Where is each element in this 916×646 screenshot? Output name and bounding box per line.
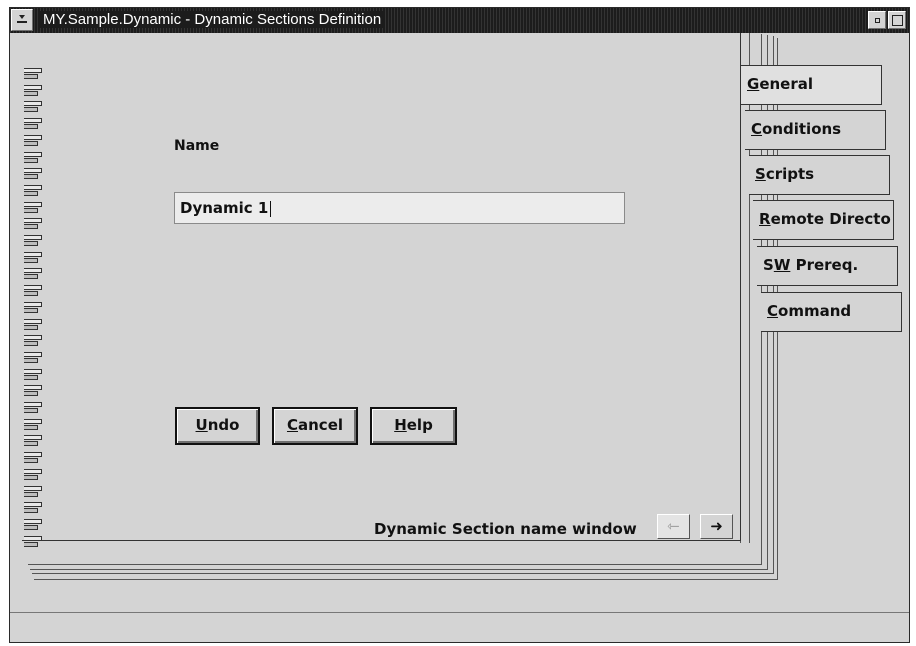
- binding-ring: [24, 535, 44, 548]
- text-caret: [270, 200, 272, 217]
- cancel-mnemonic: C: [286, 416, 298, 434]
- tab-general[interactable]: General: [741, 65, 882, 105]
- name-input-value: Dynamic 1: [180, 199, 269, 217]
- undo-label: ndo: [207, 416, 240, 434]
- dynamic-sections-window: MY.Sample.Dynamic - Dynamic Sections Def…: [9, 7, 910, 643]
- tab-label: eneral: [759, 75, 813, 93]
- binding-ring: [24, 368, 44, 381]
- help-label: elp: [406, 416, 433, 434]
- binding-ring: [24, 285, 44, 297]
- next-page-button[interactable]: ➜: [700, 514, 733, 539]
- maximize-icon: [892, 15, 903, 26]
- binding-ring: [24, 118, 44, 130]
- notebook-binding: [22, 68, 48, 558]
- tab-mnemonic: S: [755, 165, 766, 183]
- binding-ring: [24, 385, 44, 397]
- binding-ring: [24, 251, 44, 264]
- tab-remote-directory[interactable]: Remote Directo: [753, 200, 894, 240]
- binding-ring: [24, 301, 44, 314]
- tab-label: Prereq.: [790, 256, 859, 274]
- binding-ring: [24, 518, 44, 531]
- tab-label: ommand: [778, 302, 852, 320]
- binding-ring: [24, 268, 44, 280]
- tab-label: emote Directo: [770, 210, 891, 228]
- help-mnemonic: H: [394, 416, 407, 434]
- tab-conditions[interactable]: Conditions: [745, 110, 886, 150]
- tab-label: onditions: [762, 120, 842, 138]
- tab-mnemonic: C: [751, 120, 763, 138]
- minimize-button[interactable]: [868, 11, 886, 29]
- tab-mnemonic: C: [767, 302, 779, 320]
- tab-scripts[interactable]: Scripts: [749, 155, 890, 195]
- notebook-page: Name Dynamic 1 Undo Cancel Help: [22, 33, 741, 547]
- tab-mnemonic: W: [773, 256, 791, 274]
- binding-ring: [24, 318, 44, 331]
- binding-ring: [24, 201, 44, 214]
- undo-mnemonic: U: [195, 416, 208, 434]
- binding-ring: [24, 402, 44, 414]
- left-arrow-icon: ⇽: [667, 517, 680, 535]
- tab-command[interactable]: Command: [761, 292, 902, 332]
- tab-label-prefix: S: [763, 256, 774, 274]
- window-title: MY.Sample.Dynamic - Dynamic Sections Def…: [40, 11, 385, 28]
- binding-ring: [24, 235, 44, 247]
- binding-ring: [24, 134, 44, 147]
- maximize-button[interactable]: [888, 11, 906, 29]
- cancel-label: ancel: [298, 416, 344, 434]
- binding-ring: [24, 502, 44, 514]
- binding-ring: [24, 184, 44, 197]
- name-label: Name: [174, 138, 220, 154]
- right-arrow-icon: ➜: [710, 517, 723, 535]
- binding-ring: [24, 485, 44, 498]
- binding-ring: [24, 168, 44, 180]
- undo-button[interactable]: Undo: [175, 407, 260, 445]
- page-status-text: Dynamic Section name window: [374, 520, 637, 538]
- system-menu-icon[interactable]: [11, 9, 33, 31]
- tab-sw-prereq[interactable]: SW Prereq.: [757, 246, 898, 286]
- status-bar: [10, 612, 909, 642]
- binding-ring: [24, 468, 44, 481]
- binding-ring: [24, 84, 44, 97]
- name-input[interactable]: Dynamic 1: [174, 192, 625, 224]
- binding-ring: [24, 452, 44, 464]
- binding-ring: [24, 68, 44, 80]
- binding-ring: [24, 151, 44, 164]
- title-bar[interactable]: MY.Sample.Dynamic - Dynamic Sections Def…: [10, 8, 909, 33]
- cancel-button[interactable]: Cancel: [272, 407, 358, 445]
- binding-ring: [24, 218, 44, 230]
- prev-page-button[interactable]: ⇽: [657, 514, 690, 539]
- minimize-icon: [875, 18, 880, 23]
- tab-label: cripts: [765, 165, 815, 183]
- help-button[interactable]: Help: [370, 407, 457, 445]
- binding-ring: [24, 418, 44, 431]
- tab-mnemonic: R: [759, 210, 771, 228]
- binding-ring: [24, 351, 44, 364]
- binding-ring: [24, 335, 44, 347]
- tab-mnemonic: G: [747, 75, 760, 93]
- binding-ring: [24, 101, 44, 113]
- binding-ring: [24, 435, 44, 447]
